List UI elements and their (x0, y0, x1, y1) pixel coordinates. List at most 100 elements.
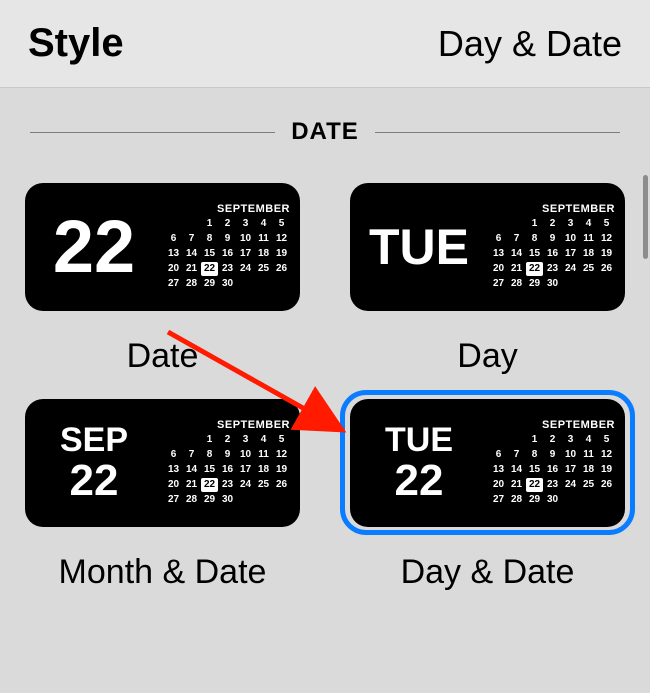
calendar-day-cell: 7 (508, 448, 525, 462)
calendar-day-cell: 12 (273, 448, 290, 462)
calendar-day-cell: 23 (544, 262, 561, 276)
calendar-day-cell: 21 (508, 478, 525, 492)
section-divider: DATE (0, 118, 650, 146)
calendar-day-cell: 9 (544, 448, 561, 462)
option-month-date-label: Month & Date (59, 553, 267, 592)
calendar-day-cell (508, 217, 525, 231)
calendar-day-cell: 14 (183, 463, 200, 477)
calendar-day-cell: 25 (255, 262, 272, 276)
calendar-day-cell: 6 (165, 232, 182, 246)
calendar-day-cell: 17 (237, 247, 254, 261)
calendar-day-cell: 30 (219, 277, 236, 291)
settings-row-value[interactable]: Day & Date (438, 23, 622, 65)
calendar-day-cell: 2 (219, 433, 236, 447)
calendar-day-cell: 8 (201, 232, 218, 246)
calendar-day-cell: 29 (201, 277, 218, 291)
option-day-date[interactable]: TUE 22 SEPTEMBER 12345678910111213141516… (325, 390, 650, 598)
calendar-day-cell: 18 (255, 463, 272, 477)
calendar-day-cell: 2 (544, 433, 561, 447)
calendar-day-cell: 1 (201, 433, 218, 447)
section-label: DATE (291, 118, 359, 146)
calendar-day-cell: 9 (219, 448, 236, 462)
calendar-day-cell: 20 (490, 478, 507, 492)
calendar-day-cell: 7 (183, 232, 200, 246)
calendar-day-cell: 23 (219, 262, 236, 276)
calendar-day-cell: 4 (255, 217, 272, 231)
preview-wrap-day-date: TUE 22 SEPTEMBER 12345678910111213141516… (340, 390, 635, 535)
preview-day-date: TUE 22 SEPTEMBER 12345678910111213141516… (350, 399, 625, 527)
calendar-day-cell: 20 (165, 478, 182, 492)
calendar-day-cell: 11 (255, 232, 272, 246)
calendar-day-cell: 20 (490, 262, 507, 276)
calendar-day-cell: 8 (526, 232, 543, 246)
calendar-day-cell: 6 (490, 448, 507, 462)
calendar-day-cell: 5 (598, 217, 615, 231)
mini-calendar-grid: 1234567891011121314151617181920212223242… (165, 433, 290, 507)
calendar-day-cell: 21 (183, 262, 200, 276)
calendar-day-cell: 29 (526, 277, 543, 291)
calendar-day-cell: 14 (508, 247, 525, 261)
calendar-day-cell: 8 (201, 448, 218, 462)
calendar-day-cell: 18 (580, 463, 597, 477)
option-month-date[interactable]: SEP 22 SEPTEMBER 12345678910111213141516… (0, 390, 325, 598)
calendar-day-cell: 7 (183, 448, 200, 462)
calendar-day-cell: 19 (273, 463, 290, 477)
preview-date-left: 22 (25, 210, 163, 284)
preview-day-date-num: 22 (395, 459, 444, 503)
calendar-day-cell: 24 (237, 262, 254, 276)
calendar-day-cell: 22 (201, 478, 218, 492)
calendar-day-cell: 30 (544, 277, 561, 291)
calendar-day-cell: 5 (273, 433, 290, 447)
mini-calendar: SEPTEMBER 123456789101112131415161718192… (488, 419, 615, 507)
scroll-indicator[interactable] (643, 175, 648, 259)
calendar-day-cell: 21 (183, 478, 200, 492)
option-date-label: Date (127, 337, 199, 376)
calendar-day-cell: 14 (183, 247, 200, 261)
calendar-day-cell: 22 (201, 262, 218, 276)
calendar-day-cell: 18 (255, 247, 272, 261)
content-area: DATE 22 SEPTEMBER 1234567891011121314151… (0, 88, 650, 598)
calendar-day-cell (490, 433, 507, 447)
calendar-day-cell: 20 (165, 262, 182, 276)
calendar-day-cell: 1 (526, 433, 543, 447)
calendar-day-cell: 30 (219, 493, 236, 507)
calendar-day-cell: 6 (165, 448, 182, 462)
preview-day-date-left: TUE 22 (350, 423, 488, 503)
calendar-day-cell: 15 (526, 247, 543, 261)
calendar-day-cell: 29 (526, 493, 543, 507)
calendar-day-cell: 4 (580, 217, 597, 231)
calendar-day-cell: 11 (255, 448, 272, 462)
calendar-day-cell: 3 (562, 433, 579, 447)
calendar-day-cell: 28 (508, 493, 525, 507)
calendar-day-cell: 26 (273, 478, 290, 492)
preview-day-dow: TUE (369, 222, 469, 272)
calendar-day-cell: 27 (165, 277, 182, 291)
calendar-day-cell (580, 493, 597, 507)
calendar-day-cell (490, 217, 507, 231)
calendar-day-cell: 1 (526, 217, 543, 231)
calendar-day-cell: 24 (237, 478, 254, 492)
calendar-day-cell: 4 (580, 433, 597, 447)
calendar-day-cell: 2 (544, 217, 561, 231)
calendar-day-cell: 16 (544, 463, 561, 477)
calendar-day-cell: 6 (490, 232, 507, 246)
mini-calendar-month: SEPTEMBER (488, 203, 615, 215)
preview-date-number: 22 (53, 210, 135, 284)
calendar-day-cell: 24 (562, 478, 579, 492)
calendar-day-cell: 19 (273, 247, 290, 261)
mini-calendar-month: SEPTEMBER (163, 203, 290, 215)
calendar-day-cell (183, 217, 200, 231)
calendar-day-cell: 16 (219, 247, 236, 261)
calendar-day-cell: 18 (580, 247, 597, 261)
calendar-day-cell: 19 (598, 247, 615, 261)
calendar-day-cell: 12 (598, 448, 615, 462)
preview-month-date-num: 22 (70, 459, 119, 503)
calendar-day-cell: 7 (508, 232, 525, 246)
calendar-day-cell (183, 433, 200, 447)
calendar-day-cell: 13 (490, 247, 507, 261)
option-day[interactable]: TUE SEPTEMBER 12345678910111213141516171… (325, 174, 650, 382)
calendar-day-cell: 12 (273, 232, 290, 246)
option-date[interactable]: 22 SEPTEMBER 123456789101112131415161718… (0, 174, 325, 382)
calendar-day-cell: 21 (508, 262, 525, 276)
calendar-day-cell: 17 (562, 247, 579, 261)
